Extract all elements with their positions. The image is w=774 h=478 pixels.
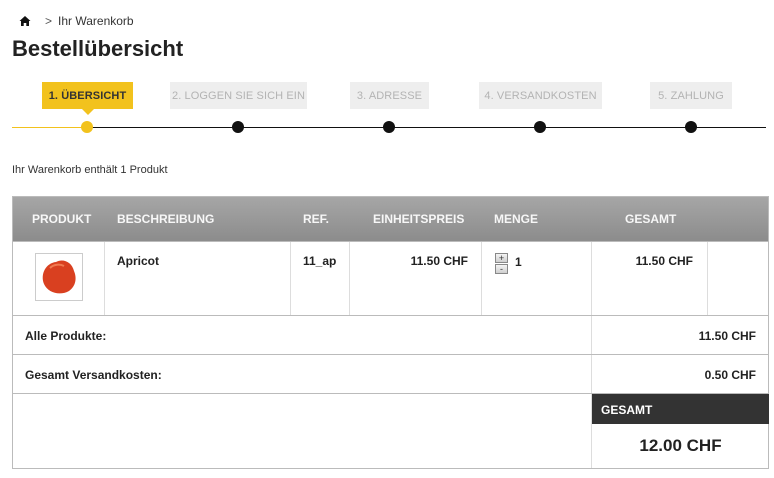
page-title: Bestellübersicht xyxy=(12,36,184,61)
shipping-total-label: Gesamt Versandkosten: xyxy=(25,368,162,382)
quantity-increase-button[interactable]: + xyxy=(495,253,508,263)
step-dot-login xyxy=(232,121,244,133)
quantity-decrease-button[interactable]: - xyxy=(495,264,508,274)
step-login[interactable]: 2. LOGGEN SIE SICH EIN xyxy=(170,82,307,109)
grand-total-value: 12.00 CHF xyxy=(639,436,722,455)
column-divider xyxy=(591,316,592,354)
step-shipping[interactable]: 4. VERSANDKOSTEN xyxy=(479,82,602,109)
step-dot-overview xyxy=(81,121,93,133)
column-divider xyxy=(349,242,350,315)
cart-table: PRODUKT BESCHREIBUNG REF. EINHEITSPREIS … xyxy=(12,196,769,469)
apricot-image xyxy=(42,260,76,294)
col-header-description: BESCHREIBUNG xyxy=(117,212,215,226)
products-total-row: Alle Produkte: 11.50 CHF xyxy=(13,315,768,354)
step-overview: 1. ÜBERSICHT xyxy=(42,82,133,115)
col-header-unit-price: EINHEITSPREIS xyxy=(373,212,465,226)
steps-progress xyxy=(12,127,87,128)
column-divider xyxy=(707,242,708,315)
products-total-label: Alle Produkte: xyxy=(25,329,107,343)
product-unit-price: 11.50 CHF xyxy=(410,254,468,268)
product-total: 11.50 CHF xyxy=(635,254,693,268)
step-address[interactable]: 3. ADRESSE xyxy=(350,82,429,109)
grand-total-label: GESAMT xyxy=(592,394,769,424)
column-divider xyxy=(591,242,592,315)
products-total-value: 11.50 CHF xyxy=(698,329,756,343)
quantity-stepper: + - xyxy=(495,253,508,275)
shipping-total-value: 0.50 CHF xyxy=(704,368,756,382)
breadcrumb-separator: > xyxy=(45,14,53,28)
column-divider xyxy=(290,242,291,315)
product-description[interactable]: Apricot xyxy=(117,254,159,268)
step-dot-address xyxy=(383,121,395,133)
col-header-total: GESAMT xyxy=(625,212,677,226)
product-ref: 11_ap xyxy=(303,254,337,268)
cart-summary: Ihr Warenkorb enthält 1 Produkt xyxy=(12,164,168,176)
col-header-ref: REF. xyxy=(303,212,330,226)
step-payment[interactable]: 5. ZAHLUNG xyxy=(650,82,732,109)
shipping-total-row: Gesamt Versandkosten: 0.50 CHF xyxy=(13,354,768,393)
grand-total-row: GESAMT 12.00 CHF xyxy=(13,393,769,468)
cart-table-header: PRODUKT BESCHREIBUNG REF. EINHEITSPREIS … xyxy=(13,197,768,241)
col-header-product: PRODUKT xyxy=(32,212,92,226)
column-divider xyxy=(591,355,592,393)
home-icon[interactable] xyxy=(19,15,31,27)
breadcrumb-current[interactable]: Ihr Warenkorb xyxy=(58,14,134,28)
column-divider xyxy=(104,242,105,315)
product-image[interactable] xyxy=(35,253,83,301)
column-divider xyxy=(481,242,482,315)
col-header-quantity: MENGE xyxy=(494,212,539,226)
table-row: Apricot 11_ap 11.50 CHF + - 1 11.50 CHF xyxy=(13,241,768,315)
breadcrumb: > Ihr Warenkorb xyxy=(19,13,134,29)
step-dot-payment xyxy=(685,121,697,133)
product-quantity: 1 xyxy=(515,255,522,269)
step-dot-shipping xyxy=(534,121,546,133)
